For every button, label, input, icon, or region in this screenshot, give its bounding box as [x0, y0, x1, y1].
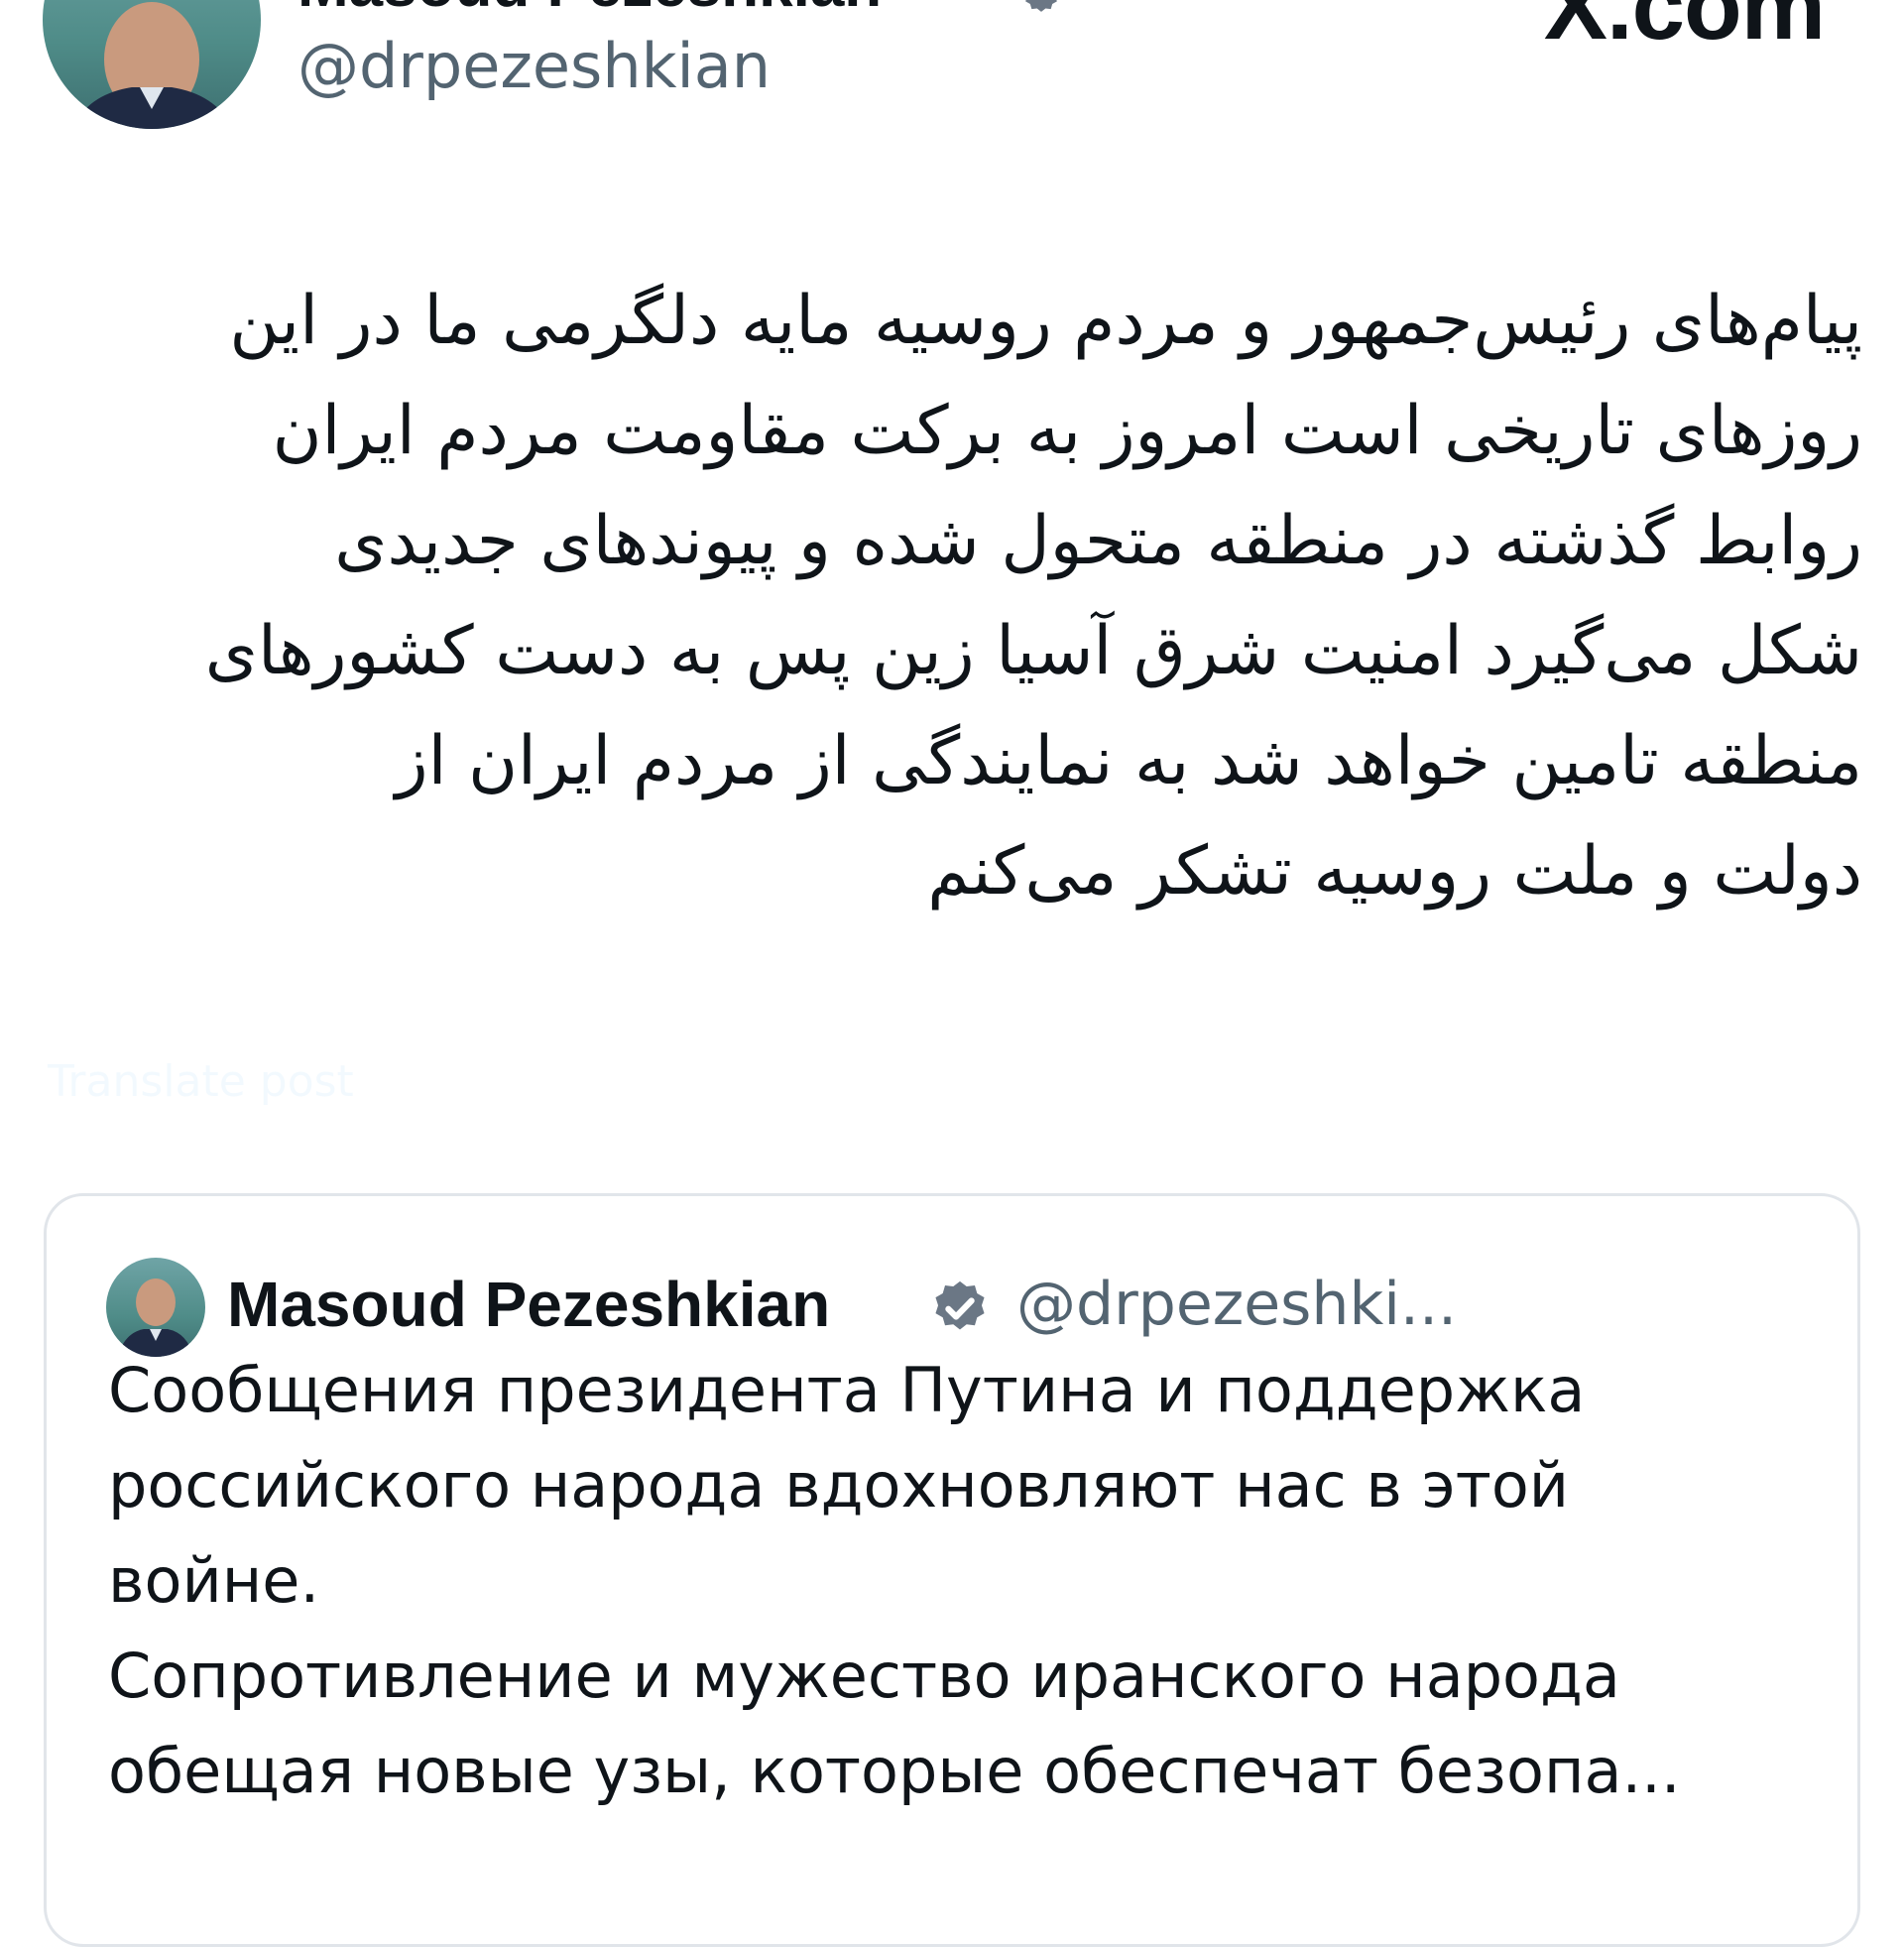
quoted-text-line: российского народа вдохновляют нас в это…: [108, 1449, 1570, 1521]
quoted-author-name: Masoud Pezeshkian: [227, 1269, 831, 1340]
quoted-text-line: Сопротивление и мужество иранского народ…: [108, 1640, 1620, 1712]
site-brand-logo: X.com: [1543, 0, 1826, 60]
quoted-text-line: Сообщения президента Путина и поддержка: [108, 1354, 1586, 1426]
quoted-post-card[interactable]: Masoud Pezeshkian @drpezeshki... Сообщен…: [44, 1193, 1860, 1947]
post-text-line: پیام‌های رئیس‌جمهور و مردم روسیه مایه دل…: [229, 282, 1862, 360]
quoted-text-line: обещая новые узы, которые обеспечат безо…: [108, 1735, 1681, 1807]
post-text-line: منطقه تامین خواهد شد به نمایندگی از مردم…: [395, 722, 1862, 800]
verified-badge-icon: [929, 1278, 991, 1339]
post-text-line: دولت و ملت روسیه تشکر می‌کنم: [927, 832, 1862, 911]
verified-badge-icon: [1021, 0, 1061, 18]
post-text-line: شکل می‌گیرد امنیت شرق آسیا زین پس به دست…: [204, 612, 1862, 690]
translate-post-link[interactable]: Translate post: [48, 1056, 354, 1107]
quoted-text-line: войне.: [108, 1544, 320, 1617]
quoted-author-avatar: [106, 1258, 205, 1357]
quoted-author-handle: @drpezeshki...: [1016, 1270, 1458, 1339]
quoted-post-text: Сообщения президента Путина и поддержка …: [108, 1343, 1814, 1819]
post-text-line: روابط گذشته در منطقه متحول شده و پیوندها…: [334, 502, 1862, 580]
author-handle[interactable]: @drpezeshkian: [298, 30, 771, 102]
author-display-name[interactable]: Masoud Pezeshkian: [298, 0, 882, 21]
post-text-line: روزهای تاریخی است امروز به برکت مقاومت م…: [272, 392, 1862, 470]
author-avatar[interactable]: [43, 0, 261, 129]
post-text: پیام‌های رئیس‌جمهور و مردم روسیه مایه دل…: [40, 266, 1862, 926]
